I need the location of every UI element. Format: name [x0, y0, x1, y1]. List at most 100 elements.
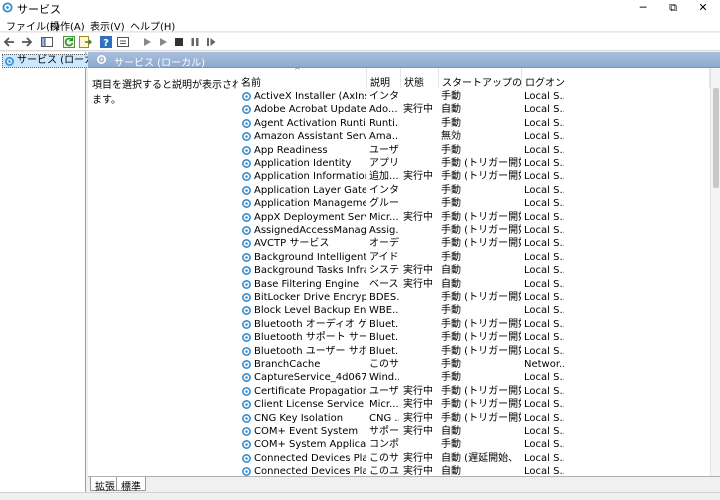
column-header-startup-type[interactable]: スタートアップの種類	[439, 68, 542, 89]
back-arrow-icon[interactable]	[3, 35, 17, 49]
table-row[interactable]: Base Filtering Engine ベース... 実行中自動 Local S.…	[238, 278, 710, 291]
service-gear-icon	[242, 279, 251, 289]
title-bar: サービス ─ ⧉ ✕	[0, 0, 720, 16]
service-startup-type: 手動	[441, 305, 461, 317]
table-row[interactable]: Amazon Assistant ServiceAma... 無効 Local S.…	[238, 130, 710, 143]
export-list-icon[interactable]	[78, 35, 92, 49]
service-description: コンポ...	[369, 439, 399, 451]
properties-icon[interactable]	[116, 35, 130, 49]
help-icon[interactable]: ?	[99, 35, 113, 49]
scrollbar-thumb[interactable]	[713, 88, 719, 188]
show-hide-console-tree-icon[interactable]	[40, 35, 54, 49]
service-name: Bluetooth オーディオ ゲートウェ...	[254, 318, 366, 330]
service-gear-icon	[242, 333, 251, 343]
service-name: BranchCache	[254, 359, 321, 370]
table-row[interactable]: Application Identity アプリ... 手動 (トリガー開始)Loc…	[238, 157, 710, 170]
table-row[interactable]: Bluetooth サポート サービスBluet... 手動 (トリガー開始)Lo…	[238, 331, 710, 344]
table-row[interactable]: AppX Deployment Service (...Micr... 実行中手動…	[238, 211, 710, 224]
service-gear-icon	[242, 239, 251, 249]
table-row[interactable]: Background Tasks Infrastruc...システ... 実行中自…	[238, 264, 710, 277]
service-startup-type: 無効	[441, 131, 461, 143]
forward-arrow-icon[interactable]	[19, 35, 33, 49]
table-row[interactable]: BitLocker Drive Encryption ...BDES... 手動 …	[238, 291, 710, 304]
service-description: Bluet...	[369, 345, 399, 357]
column-header-name[interactable]: ^ 名前	[238, 68, 367, 89]
pause-service-icon[interactable]	[188, 35, 202, 49]
close-button[interactable]: ✕	[688, 0, 718, 16]
service-startup-type: 手動 (トリガー開始)	[441, 332, 521, 344]
restart-service-icon[interactable]	[204, 35, 218, 49]
service-gear-icon	[242, 132, 251, 142]
menu-action[interactable]: 操作(A)	[50, 18, 85, 33]
service-startup-type: 手動	[441, 91, 461, 102]
service-name: Bluetooth サポート サービス	[254, 332, 366, 344]
service-logon: Local S...	[524, 171, 564, 183]
service-startup-type: 手動 (トリガー開始)	[441, 211, 521, 223]
table-row[interactable]: Connected Devices Platfor...このユ... 実行中自動 L…	[238, 465, 710, 476]
start-service-alt-icon[interactable]	[156, 35, 170, 49]
service-startup-type: 手動 (トリガー開始)	[441, 399, 521, 411]
tab-standard[interactable]: 標準	[116, 477, 146, 493]
service-gear-icon	[242, 185, 251, 195]
service-name: COM+ Event System	[254, 426, 359, 437]
table-row[interactable]: Certificate Propagationユーザ... 実行中手動 (トリガー…	[238, 385, 710, 398]
column-header-status[interactable]: 状態	[401, 68, 439, 89]
refresh-icon[interactable]	[62, 35, 76, 49]
table-row[interactable]: Application Managementグルー... 手動 Local S...	[238, 197, 710, 210]
table-row[interactable]: Bluetooth ユーザー サポート サ...Bluet... 手動 (トリガー…	[238, 345, 710, 358]
column-header-description[interactable]: 説明	[367, 68, 401, 89]
service-description: Micr...	[369, 399, 399, 411]
service-description: ユーザ...	[369, 385, 399, 397]
service-startup-type: 手動 (トリガー開始)	[441, 171, 521, 183]
service-logon: Local S...	[524, 439, 564, 451]
maximize-button[interactable]: ⧉	[658, 0, 688, 16]
menu-help[interactable]: ヘルプ(H)	[130, 18, 175, 33]
service-logon: Local S...	[524, 144, 564, 156]
table-row[interactable]: Application Information 追加... 実行中 手動 (トリガー開…	[238, 170, 710, 183]
service-description: アイド...	[369, 251, 399, 263]
table-row[interactable]: App Readiness ユーザ... 手動 Local S...	[238, 144, 710, 157]
service-name: AppX Deployment Service (...	[254, 211, 366, 223]
service-description: Assig...	[369, 225, 399, 236]
table-row[interactable]: Client License Service (ClipS...Micr... 実…	[238, 398, 710, 411]
table-row[interactable]: AssignedAccessManager サ...Assig... 手動 (トリ…	[238, 224, 710, 237]
minimize-button[interactable]: ─	[628, 0, 658, 16]
table-row[interactable]: CNG Key Isolation CNG ... 実行中手動 (トリガー開始)Lo…	[238, 412, 710, 425]
service-name: App Readiness	[254, 144, 328, 156]
service-gear-icon	[242, 226, 251, 235]
service-gear-icon	[242, 413, 251, 423]
service-startup-type: 自動	[441, 466, 461, 476]
vertical-scrollbar[interactable]	[710, 68, 720, 476]
table-row[interactable]: CaptureService_4d0679Wind... 手動 Local S...	[238, 371, 710, 384]
service-gear-icon	[242, 453, 251, 463]
table-row[interactable]: Adobe Acrobat Update Serv...Ado... 実行中自動 L…	[238, 103, 710, 116]
menu-view[interactable]: 表示(V)	[90, 18, 125, 33]
column-header-logon[interactable]: ログオン	[522, 68, 710, 89]
service-logon: Local S...	[524, 399, 564, 411]
service-description: BDES...	[369, 292, 399, 303]
table-row[interactable]: AVCTP サービス オーデ... 手動 (トリガー開始)Local S...	[238, 237, 710, 250]
table-row[interactable]: Bluetooth オーディオ ゲートウェ...Bluet... 手動 (トリガー…	[238, 318, 710, 331]
menu-bar: ファイル(F) 操作(A) 表示(V) ヘルプ(H)	[0, 16, 720, 33]
start-service-icon[interactable]	[140, 35, 154, 49]
table-row[interactable]: Background Intelligent Tran...アイド... 手動 Lo…	[238, 251, 710, 264]
table-row[interactable]: Block Level Backup Engine ...WBE... 手動 Loc…	[238, 304, 710, 317]
service-status: 実行中	[403, 412, 433, 424]
table-row[interactable]: BranchCache このサ... 手動 Networ...	[238, 358, 710, 371]
main-pane-title: サービス (ローカル)	[114, 58, 205, 69]
stop-service-icon[interactable]	[172, 35, 186, 49]
service-description: WBE...	[369, 305, 399, 317]
table-row[interactable]: Connected Devices Platfor...このサ... 実行中自動 …	[238, 452, 710, 465]
service-logon: Local S...	[524, 292, 564, 303]
table-row[interactable]: COM+ System Applicationコンポ... 手動 Local S..…	[238, 438, 710, 451]
table-row[interactable]: ActiveX Installer (AxInstSV)インタ... 手動 Loca…	[238, 90, 710, 103]
table-row[interactable]: COM+ Event System サポー... 実行中自動 Local S...	[238, 425, 710, 438]
service-logon: Local S...	[524, 198, 564, 210]
service-logon: Local S...	[524, 104, 564, 116]
service-logon: Local S...	[524, 117, 564, 129]
table-row[interactable]: Application Layer Gateway ...インタ... 手動 Loc…	[238, 184, 710, 197]
table-row[interactable]: Agent Activation Runtime_4...Runti... 手動 L…	[238, 117, 710, 130]
service-logon: Local S...	[524, 385, 564, 397]
service-startup-type: 手動 (トリガー開始)	[441, 158, 521, 169]
service-name: BitLocker Drive Encryption ...	[254, 292, 366, 303]
